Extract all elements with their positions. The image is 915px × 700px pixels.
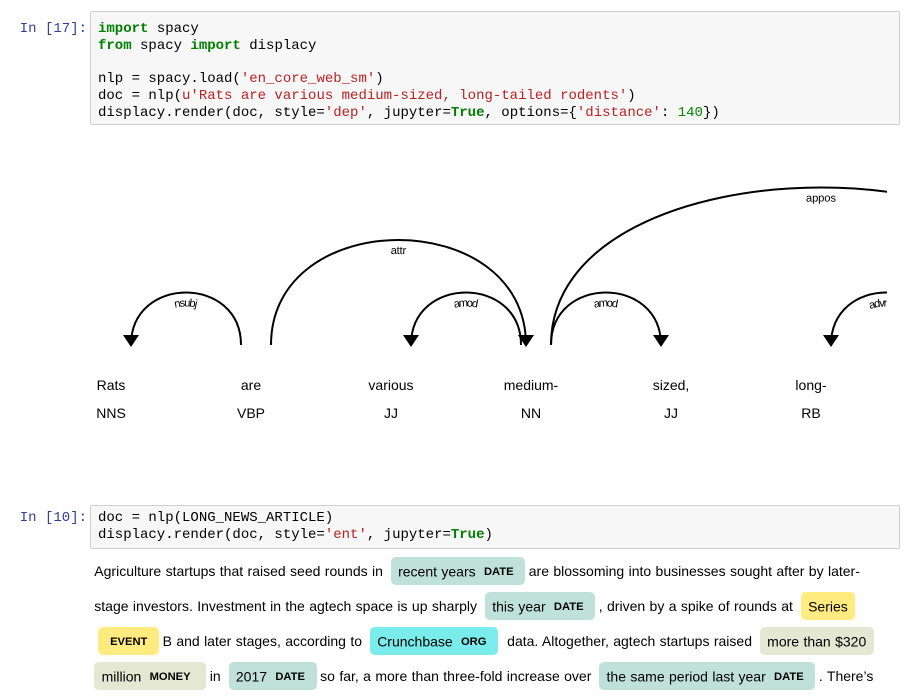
svg-text:amod: amod bbox=[593, 297, 619, 310]
svg-text:RatsNNS: RatsNNS bbox=[96, 377, 126, 421]
svg-text:advmod: advmod bbox=[868, 297, 887, 312]
svg-text:variousJJ: variousJJ bbox=[368, 377, 413, 421]
svg-text:appos: appos bbox=[806, 192, 837, 204]
svg-text:long-RB: long-RB bbox=[795, 377, 826, 421]
svg-text:attr: attr bbox=[391, 245, 407, 257]
svg-text:nsubj: nsubj bbox=[173, 297, 198, 310]
svg-text:medium-NN: medium-NN bbox=[504, 377, 559, 421]
svg-text:amod: amod bbox=[453, 297, 479, 310]
svg-text:sized,JJ: sized,JJ bbox=[653, 377, 690, 421]
svg-text:areVBP: areVBP bbox=[237, 377, 265, 421]
